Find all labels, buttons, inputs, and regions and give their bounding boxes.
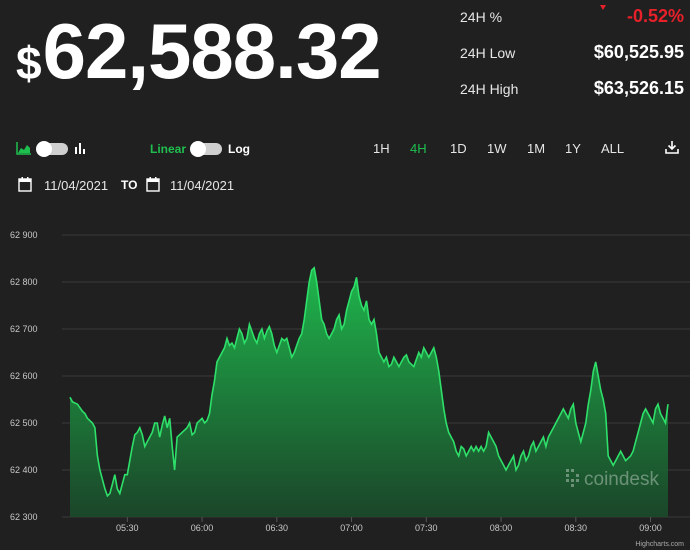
- log-scale-label[interactable]: Log: [228, 142, 250, 156]
- chart-controls: Linear Log 1H 4H 1D 1W 1M 1Y ALL: [0, 140, 690, 160]
- calendar-icon[interactable]: [18, 176, 32, 197]
- x-tick-label: 06:30: [266, 523, 289, 533]
- price-value: 62,588.32: [42, 7, 382, 95]
- x-tick-label: 07:00: [340, 523, 363, 533]
- chart-type-toggle[interactable]: [36, 141, 68, 157]
- y-tick-label: 62 600: [10, 371, 38, 381]
- to-label: TO: [121, 178, 138, 192]
- x-tick-label: 09:00: [639, 523, 662, 533]
- stats-panel: 24H % -0.52% 24H Low $60,525.95 24H High…: [460, 0, 684, 108]
- x-tick-label: 05:30: [116, 523, 139, 533]
- from-date-input[interactable]: 11/04/2021: [44, 178, 108, 193]
- to-date-input[interactable]: 11/04/2021: [170, 178, 234, 193]
- stat-24h-high: 24H High $63,526.15: [460, 72, 684, 108]
- price-chart: 62 300 62 400 62 500 62 600 62 700 62 800 62 9…: [10, 230, 690, 533]
- range-1m[interactable]: 1M: [527, 141, 545, 156]
- stat-label: 24H %: [460, 9, 503, 25]
- range-1d[interactable]: 1D: [450, 141, 467, 156]
- chart-credit: Highcharts.com: [635, 541, 684, 548]
- y-tick-label: 62 900: [10, 230, 38, 240]
- x-tick-label: 08:00: [490, 523, 513, 533]
- range-4h[interactable]: 4H: [410, 141, 427, 156]
- watermark-text: coindesk: [584, 469, 659, 490]
- range-1w[interactable]: 1W: [487, 141, 507, 156]
- y-tick-label: 62 400: [10, 465, 38, 475]
- linear-scale-label[interactable]: Linear: [150, 142, 186, 156]
- scale-toggle[interactable]: [190, 141, 222, 157]
- y-axis-labels: 62 300 62 400 62 500 62 600 62 700 62 800 62 9…: [10, 230, 38, 522]
- bar-chart-icon[interactable]: [74, 141, 88, 160]
- down-arrow-icon: [600, 5, 606, 10]
- stat-value: $60,525.95: [593, 42, 684, 62]
- y-tick-label: 62 500: [10, 418, 38, 428]
- x-axis-labels: 05:30 06:00 06:30 07:00 07:30 08:00 08:30 09:00: [116, 517, 662, 533]
- stat-24h-change: 24H % -0.52%: [460, 0, 684, 36]
- stat-label: 24H Low: [460, 45, 516, 61]
- range-1y[interactable]: 1Y: [565, 141, 581, 156]
- stat-24h-low: 24H Low $60,525.95: [460, 36, 684, 72]
- date-range: 11/04/2021 TO 11/04/2021: [0, 176, 300, 196]
- x-tick-label: 08:30: [565, 523, 588, 533]
- calendar-icon[interactable]: [146, 176, 160, 197]
- stat-label: 24H High: [460, 81, 519, 97]
- x-tick-label: 06:00: [191, 523, 214, 533]
- area-chart-icon[interactable]: [16, 141, 32, 160]
- y-tick-label: 62 700: [10, 324, 38, 334]
- toggle-knob: [36, 141, 52, 157]
- y-tick-label: 62 300: [10, 512, 38, 522]
- stat-value: -0.52%: [626, 6, 684, 26]
- toggle-knob: [190, 141, 206, 157]
- range-1h[interactable]: 1H: [373, 141, 390, 156]
- currency-symbol: $: [16, 37, 42, 89]
- y-tick-label: 62 800: [10, 277, 38, 287]
- current-price: $ 62,588.32: [16, 7, 382, 95]
- range-all[interactable]: ALL: [601, 141, 624, 156]
- x-tick-label: 07:30: [415, 523, 438, 533]
- download-icon[interactable]: [665, 140, 679, 159]
- stat-value: $63,526.15: [593, 78, 684, 98]
